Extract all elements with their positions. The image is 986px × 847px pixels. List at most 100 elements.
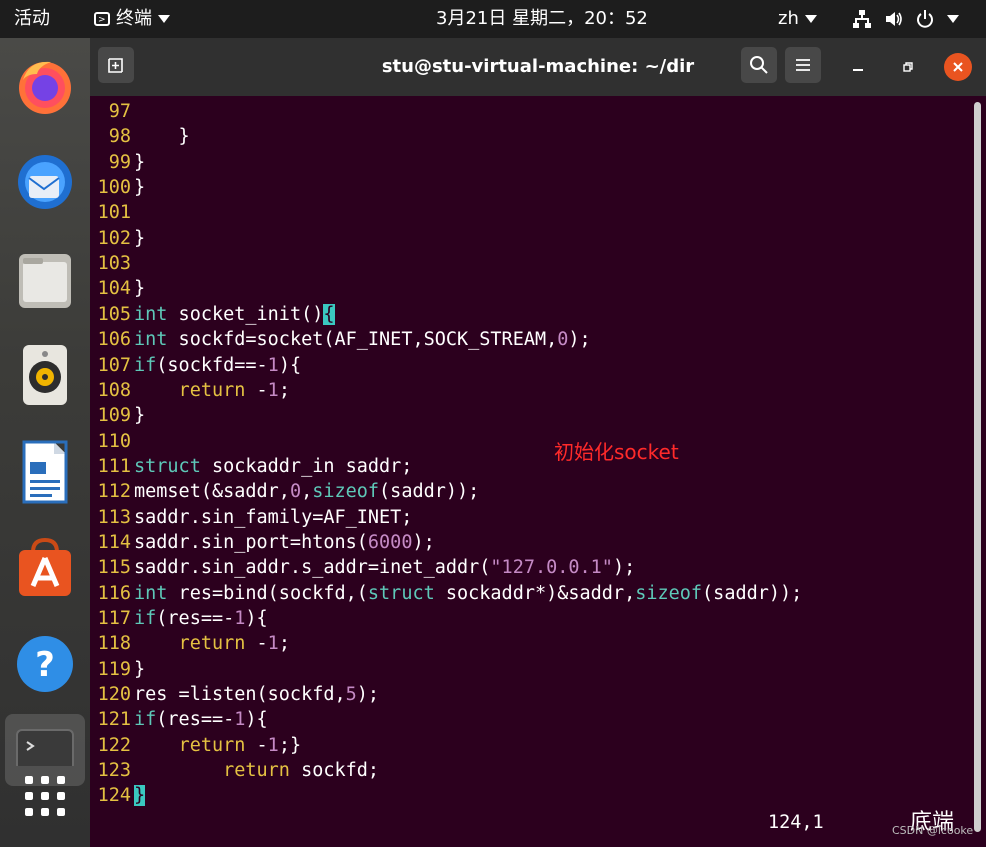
dock-item-rhythmbox[interactable]: [13, 343, 77, 407]
line-number: 98: [108, 126, 131, 148]
dock-item-show-apps[interactable]: [13, 764, 77, 828]
code-line: 104}: [90, 276, 146, 301]
hamburger-menu-icon: [796, 59, 810, 71]
terminal-content[interactable]: 97 98 } 99} 100} 101 102} 103 104} 105 int socket…: [90, 96, 986, 847]
dock-item-writer[interactable]: [13, 440, 77, 504]
line-number: 104: [97, 278, 131, 300]
code-text: res =listen(sockfd,5);: [134, 684, 380, 706]
code-text: saddr.sin_family=AF_INET;: [134, 506, 413, 528]
dock-item-firefox[interactable]: [13, 54, 77, 118]
activities-button[interactable]: 活动: [14, 0, 50, 38]
scrollbar[interactable]: [974, 102, 981, 832]
code-text: }: [134, 227, 146, 249]
volume-icon: [885, 12, 902, 26]
code-line: 99}: [90, 150, 145, 175]
libreoffice-writer-icon: [22, 440, 68, 504]
menu-button[interactable]: [785, 47, 821, 83]
show-apps-icon: [25, 776, 65, 816]
code-text: struct sockaddr_in saddr;: [134, 455, 413, 477]
line-number: 110: [97, 430, 131, 452]
code-line: 120 res =listen(sockfd,5);: [90, 682, 379, 707]
code-line: 119}: [90, 657, 146, 682]
dock: ?: [0, 38, 90, 847]
code-line: 121 if(res==-1){: [90, 707, 268, 732]
minimize-icon: [853, 69, 863, 71]
code-line: 118 return -1;: [90, 631, 290, 656]
code-text: }: [134, 785, 146, 807]
dock-item-files[interactable]: [13, 248, 77, 312]
code-text: if(res==-1){: [134, 608, 268, 629]
input-method-menu[interactable]: zh: [778, 0, 817, 38]
code-line: 106 int sockfd=socket(AF_INET,SOCK_STREAM…: [90, 327, 591, 352]
restore-button[interactable]: [894, 53, 922, 81]
system-menu[interactable]: [852, 0, 960, 38]
line-number: 108: [97, 379, 131, 401]
line-number: 118: [97, 633, 131, 655]
dock-item-thunderbird[interactable]: [13, 150, 77, 214]
code-text: memset(&saddr,0,sizeof(saddr));: [134, 481, 480, 503]
code-text: int sockfd=socket(AF_INET,SOCK_STREAM,0)…: [134, 329, 591, 351]
clock[interactable]: 3月21日 星期二，20：52: [436, 0, 648, 38]
code-line: 101: [90, 200, 134, 225]
chevron-down-icon: [158, 15, 170, 23]
code-text: }: [134, 177, 146, 199]
code-line: 103: [90, 251, 134, 276]
new-tab-icon: [108, 58, 123, 73]
code-text: return sockfd;: [223, 760, 380, 782]
code-text: return -1;}: [178, 734, 302, 756]
search-icon: [750, 56, 768, 74]
code-line: 114 saddr.sin_port=htons(6000);: [90, 530, 435, 555]
code-line: 123 return sockfd;: [90, 758, 379, 783]
new-tab-button[interactable]: [98, 47, 134, 83]
code-line: 102}: [90, 226, 146, 251]
code-text: if(sockfd==-1){: [134, 354, 302, 376]
code-line: 110: [90, 429, 134, 454]
line-number: 116: [97, 582, 131, 604]
software-center-icon: [19, 538, 71, 596]
code-text: int socket_init(){: [134, 303, 335, 325]
code-line: 115 saddr.sin_addr.s_addr=inet_addr("127.…: [90, 555, 636, 580]
code-text: return -1;: [178, 379, 290, 401]
code-line: 124}: [90, 783, 146, 808]
app-menu-label: 终端: [116, 8, 152, 29]
minimize-button[interactable]: [844, 53, 872, 81]
code-line: 111 struct sockaddr_in saddr;: [90, 454, 413, 479]
dock-item-terminal[interactable]: [13, 722, 77, 766]
line-number: 109: [97, 405, 131, 427]
chevron-down-icon: [804, 15, 817, 23]
terminal-dock-icon: [16, 729, 74, 766]
help-icon: ?: [17, 636, 73, 692]
code-text: }: [134, 658, 146, 680]
line-number: 123: [97, 760, 131, 782]
line-number: 112: [97, 481, 131, 503]
line-number: 120: [97, 684, 131, 706]
app-menu[interactable]: > 终端: [94, 0, 170, 38]
line-number: 101: [97, 202, 131, 224]
line-number: 102: [97, 227, 131, 249]
close-icon: [953, 62, 963, 72]
code-text: if(res==-1){: [134, 709, 268, 731]
dock-item-help[interactable]: ?: [13, 632, 77, 696]
code-line: 116 int res=bind(sockfd,(struct sockaddr*…: [90, 581, 803, 606]
line-number: 114: [97, 531, 131, 553]
line-number: 111: [97, 455, 131, 477]
search-button[interactable]: [741, 47, 777, 83]
watermark: CSDN @lcooke: [892, 824, 974, 837]
input-method-label: zh: [778, 8, 799, 29]
line-number: 121: [97, 709, 131, 731]
dock-item-software[interactable]: [13, 536, 77, 600]
files-icon: [19, 254, 71, 308]
code-line: 109}: [90, 403, 146, 428]
code-text: }: [134, 126, 190, 148]
line-number: 103: [97, 253, 131, 275]
close-button[interactable]: [944, 53, 972, 81]
power-icon: [917, 10, 934, 28]
line-number: 117: [97, 608, 131, 629]
rhythmbox-icon: [23, 345, 67, 405]
code-text: int res=bind(sockfd,(struct sockaddr*)&s…: [134, 582, 803, 604]
thunderbird-icon: [18, 155, 72, 209]
svg-text:?: ?: [35, 645, 55, 685]
line-number: 122: [97, 734, 131, 756]
line-number: 124: [97, 785, 131, 807]
code-text: }: [134, 151, 146, 173]
